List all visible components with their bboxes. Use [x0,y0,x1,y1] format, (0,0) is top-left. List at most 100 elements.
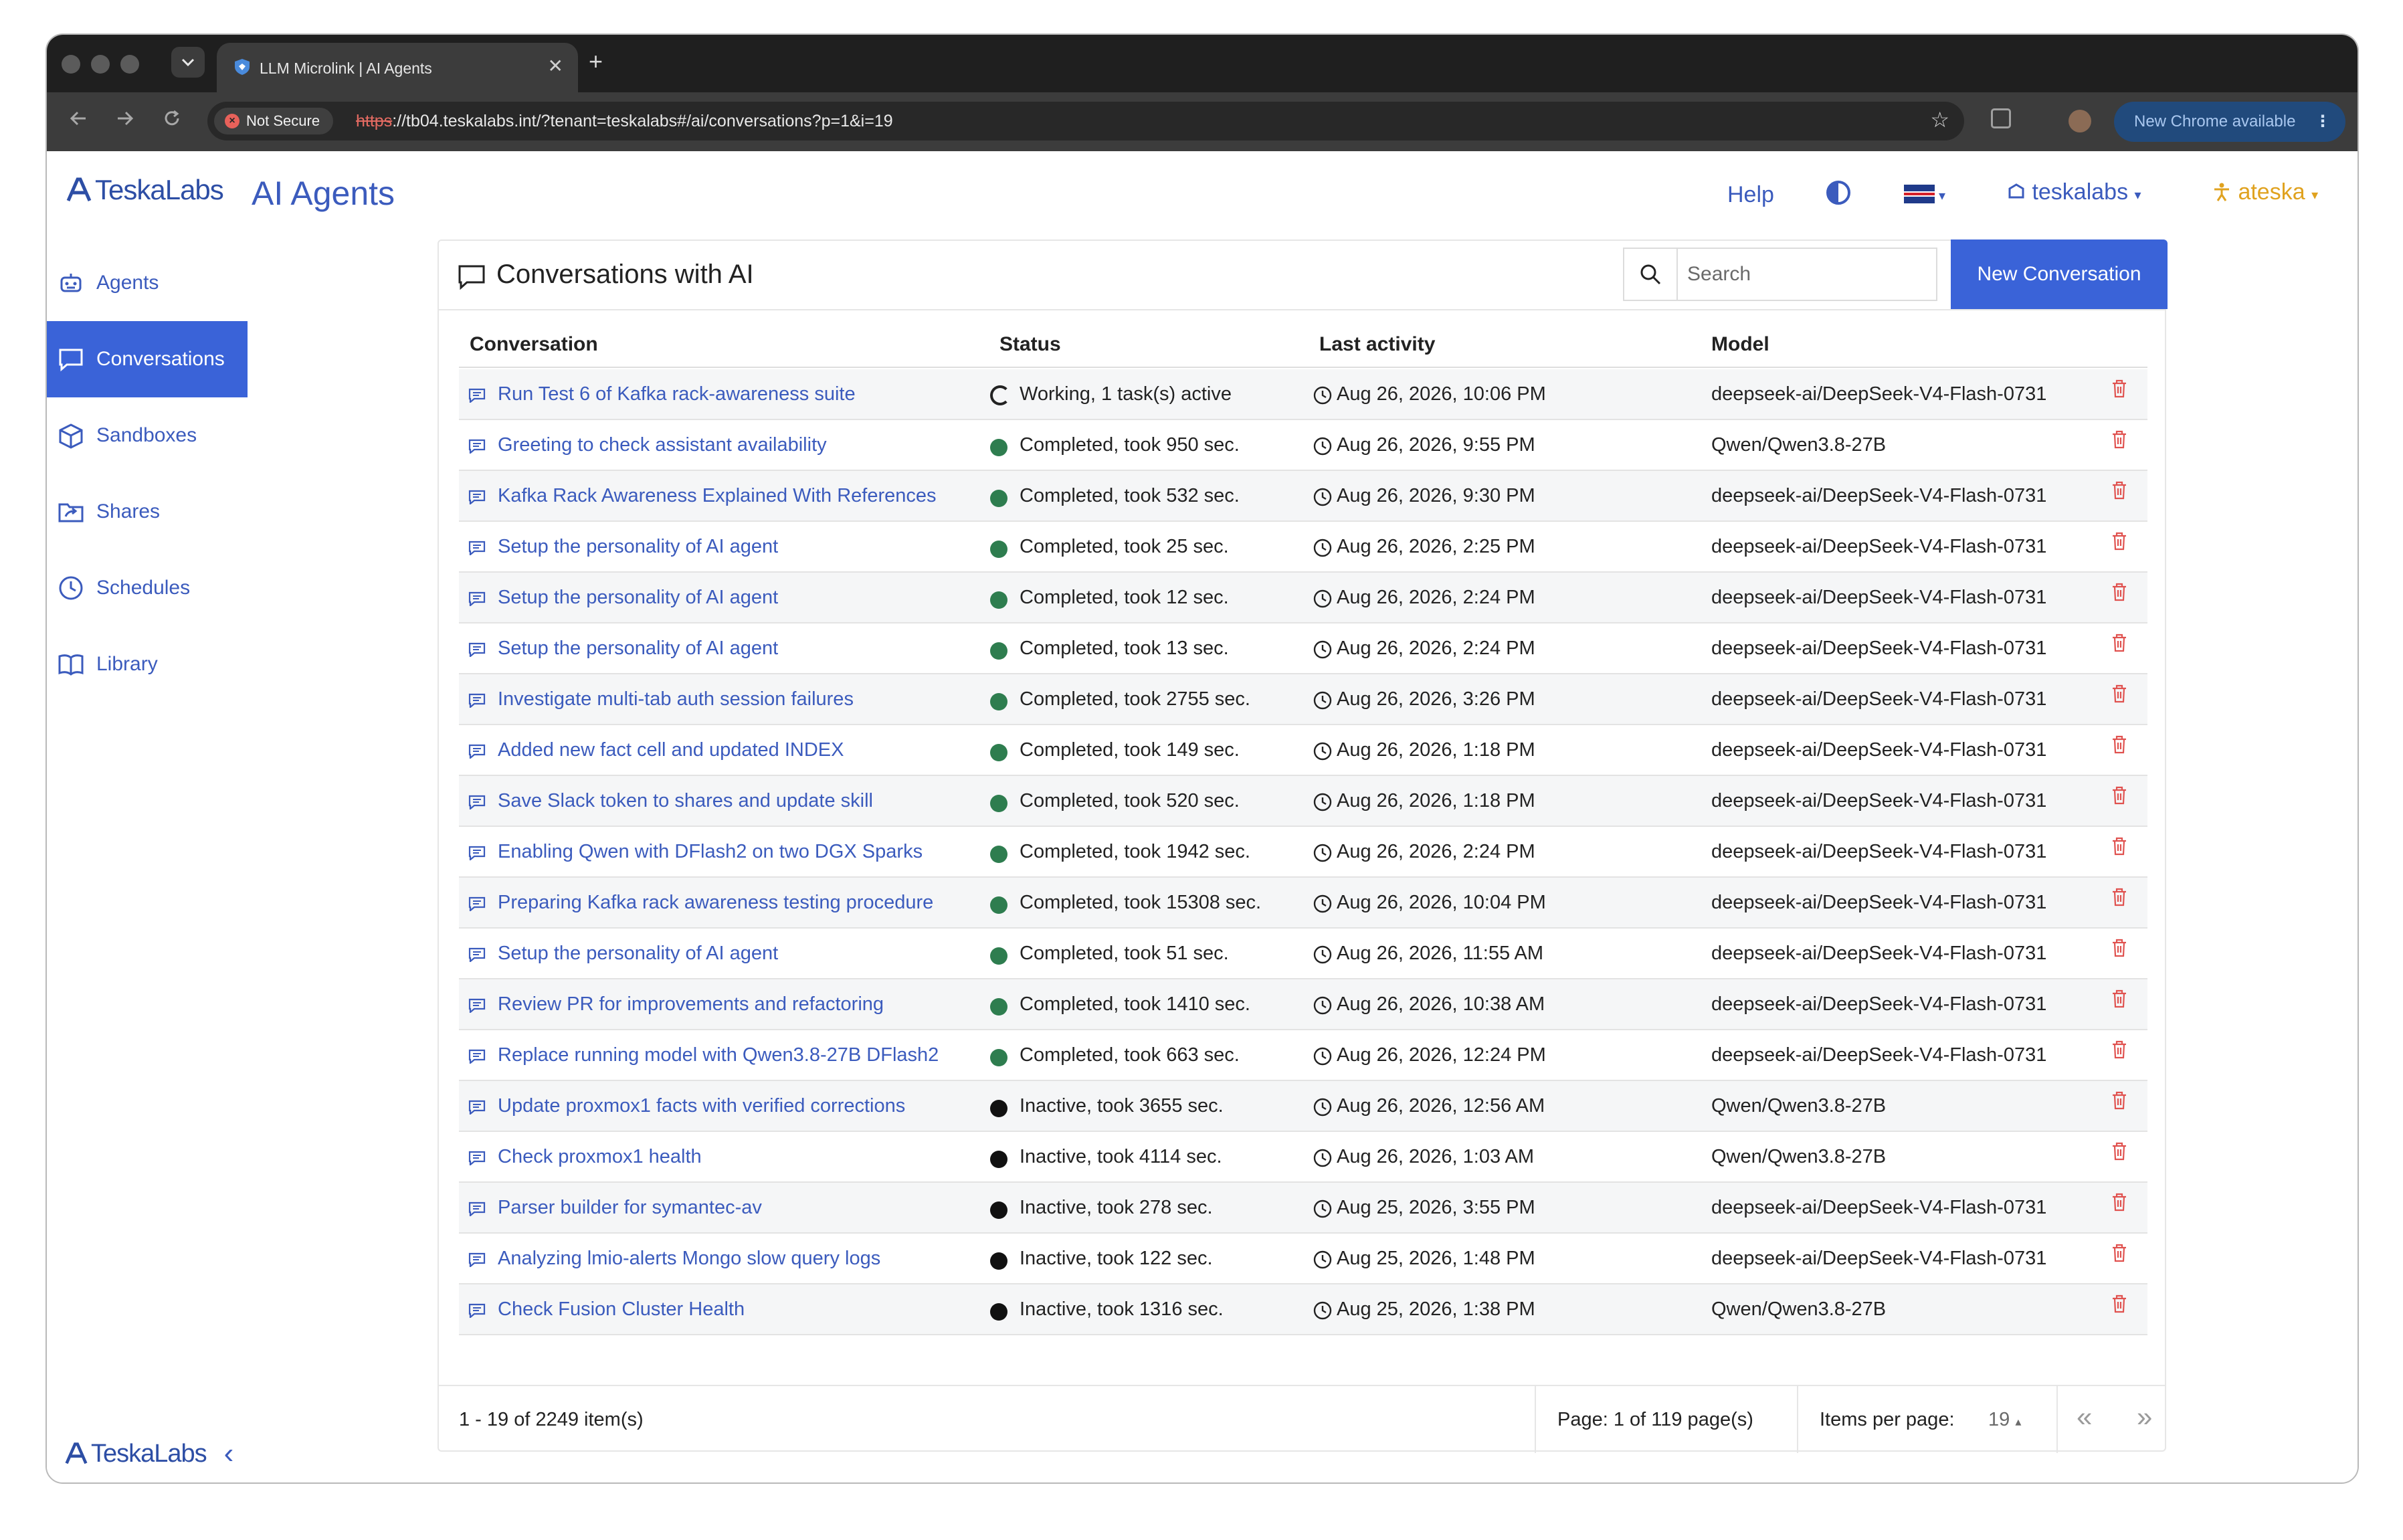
teskalabs-logo[interactable]: TeskaLabs [66,174,224,206]
trash-icon[interactable] [2111,785,2127,805]
update-chrome-button[interactable]: New Chrome available ⋮ [2114,102,2345,142]
next-page-icon[interactable]: » [2137,1401,2152,1433]
table-row[interactable]: Update proxmox1 facts with verified corr… [459,1081,2147,1132]
trash-icon[interactable] [2111,1243,2127,1263]
conversation-link[interactable]: Update proxmox1 facts with verified corr… [498,1095,905,1117]
tab-close-button[interactable]: ✕ [548,55,563,77]
trash-icon[interactable] [2111,1090,2127,1111]
conversation-link[interactable]: Replace running model with Qwen3.8-27B D… [498,1044,939,1066]
maximize-window-button[interactable] [120,55,139,74]
conversation-link[interactable]: Save Slack token to shares and update sk… [498,790,873,812]
sidebar-item-library[interactable]: Library [47,626,248,702]
trash-icon[interactable] [2111,938,2127,958]
trash-icon[interactable] [2111,582,2127,602]
items-per-page-select[interactable]: 19 ▴ [1988,1409,2021,1431]
sidebar-item-conversations[interactable]: Conversations [47,321,248,397]
trash-icon[interactable] [2111,633,2127,653]
sidebar-item-schedules[interactable]: Schedules [47,550,248,626]
table-row[interactable]: Investigate multi-tab auth session failu… [459,674,2147,725]
table-row[interactable]: Enabling Qwen with DFlash2 on two DGX Sp… [459,827,2147,878]
security-chip[interactable]: × Not Secure [214,108,334,134]
table-row[interactable]: Save Slack token to shares and update sk… [459,776,2147,827]
column-header-status[interactable]: Status [999,333,1061,356]
url-text[interactable]: https://tb04.teskalabs.int/?tenant=teska… [356,112,893,131]
conversation-link[interactable]: Analyzing lmio-alerts Mongo slow query l… [498,1248,880,1270]
search-icon[interactable] [1624,249,1678,300]
conversation-link[interactable]: Review PR for improvements and refactori… [498,993,884,1016]
new-tab-button[interactable]: + [589,47,603,76]
conversation-link[interactable]: Investigate multi-tab auth session failu… [498,688,854,710]
conversation-link[interactable]: Setup the personality of AI agent [498,638,778,660]
table-row[interactable]: Setup the personality of AI agent Complet… [459,522,2147,573]
conversation-link[interactable]: Check Fusion Cluster Health [498,1298,745,1321]
table-row[interactable]: Review PR for improvements and refactori… [459,979,2147,1030]
trash-icon[interactable] [2111,1040,2127,1060]
caret-down-icon[interactable]: ▾ [1939,187,1945,204]
trash-icon[interactable] [2111,429,2127,450]
table-row[interactable]: Analyzing lmio-alerts Mongo slow query l… [459,1234,2147,1284]
trash-icon[interactable] [2111,836,2127,856]
status-text: Completed, took 51 sec. [1020,943,1229,964]
trash-icon[interactable] [2111,379,2127,399]
trash-icon[interactable] [2111,1192,2127,1212]
table-row[interactable]: Setup the personality of AI agent Complet… [459,929,2147,979]
trash-icon[interactable] [2111,480,2127,500]
theme-toggle-icon[interactable] [1826,181,1850,205]
uk-flag-icon[interactable] [1904,185,1935,203]
table-row[interactable]: Parser builder for symantec-av Inactive, … [459,1183,2147,1234]
conversation-link[interactable]: Parser builder for symantec-av [498,1197,762,1219]
previous-page-icon[interactable]: « [2077,1401,2092,1433]
search-input[interactable] [1687,258,1928,290]
table-row[interactable]: Replace running model with Qwen3.8-27B D… [459,1030,2147,1081]
table-row[interactable]: Setup the personality of AI agent Complet… [459,573,2147,623]
table-row[interactable]: Kafka Rack Awareness Explained With Refe… [459,471,2147,522]
trash-icon[interactable] [2111,531,2127,551]
conversation-link[interactable]: Greeting to check assistant availability [498,434,827,456]
close-window-button[interactable] [62,55,80,74]
user-menu[interactable]: ateska ▾ [2212,179,2318,205]
reload-icon[interactable] [161,107,183,130]
conversation-link[interactable]: Run Test 6 of Kafka rack-awareness suite [498,383,856,405]
table-row[interactable]: Added new fact cell and updated INDEX Com… [459,725,2147,776]
conversation-link[interactable]: Added new fact cell and updated INDEX [498,739,844,761]
column-header-model[interactable]: Model [1711,333,1769,356]
collapse-sidebar-icon[interactable]: ‹ [224,1437,234,1470]
conversation-link[interactable]: Setup the personality of AI agent [498,536,778,558]
conversation-link[interactable]: Setup the personality of AI agent [498,587,778,609]
forward-icon[interactable] [114,107,136,130]
help-link[interactable]: Help [1727,182,1774,208]
trash-icon[interactable] [2111,887,2127,907]
sidebar-item-shares[interactable]: Shares [47,474,248,550]
trash-icon[interactable] [2111,1141,2127,1161]
trash-icon[interactable] [2111,684,2127,704]
extensions-icon[interactable] [1991,108,2011,128]
table-row[interactable]: Check Fusion Cluster Health Inactive, too… [459,1284,2147,1335]
minimize-window-button[interactable] [91,55,110,74]
table-row[interactable]: Run Test 6 of Kafka rack-awareness suite… [459,369,2147,420]
trash-icon[interactable] [2111,1294,2127,1314]
table-row[interactable]: Setup the personality of AI agent Complet… [459,623,2147,674]
star-icon[interactable]: ☆ [1930,107,1949,132]
address-bar[interactable]: × Not Secure https://tb04.teskalabs.int/… [207,102,1964,140]
table-row[interactable]: Check proxmox1 health Inactive, took 4114… [459,1132,2147,1183]
column-header-last-activity[interactable]: Last activity [1319,333,1435,356]
tenant-selector[interactable]: teskalabs ▾ [2007,179,2141,205]
tab-search-button[interactable] [171,47,205,78]
column-header-conversation[interactable]: Conversation [470,333,598,356]
conversation-link[interactable]: Enabling Qwen with DFlash2 on two DGX Sp… [498,841,923,863]
browser-tab-active[interactable]: LLM Microlink | AI Agents ✕ [217,43,578,92]
menu-icon[interactable]: ⋮ [2315,102,2331,142]
trash-icon[interactable] [2111,735,2127,755]
table-row[interactable]: Greeting to check assistant availability… [459,420,2147,471]
table-row[interactable]: Preparing Kafka rack awareness testing p… [459,878,2147,929]
new-conversation-button[interactable]: New Conversation [1951,239,2168,309]
back-icon[interactable] [67,107,90,130]
conversation-link[interactable]: Check proxmox1 health [498,1146,702,1168]
conversation-link[interactable]: Kafka Rack Awareness Explained With Refe… [498,485,937,507]
trash-icon[interactable] [2111,989,2127,1009]
profile-avatar[interactable] [2069,110,2091,132]
sidebar-item-sandboxes[interactable]: Sandboxes [47,397,248,474]
conversation-link[interactable]: Preparing Kafka rack awareness testing p… [498,892,933,914]
sidebar-item-agents[interactable]: Agents [47,245,248,321]
conversation-link[interactable]: Setup the personality of AI agent [498,943,778,965]
